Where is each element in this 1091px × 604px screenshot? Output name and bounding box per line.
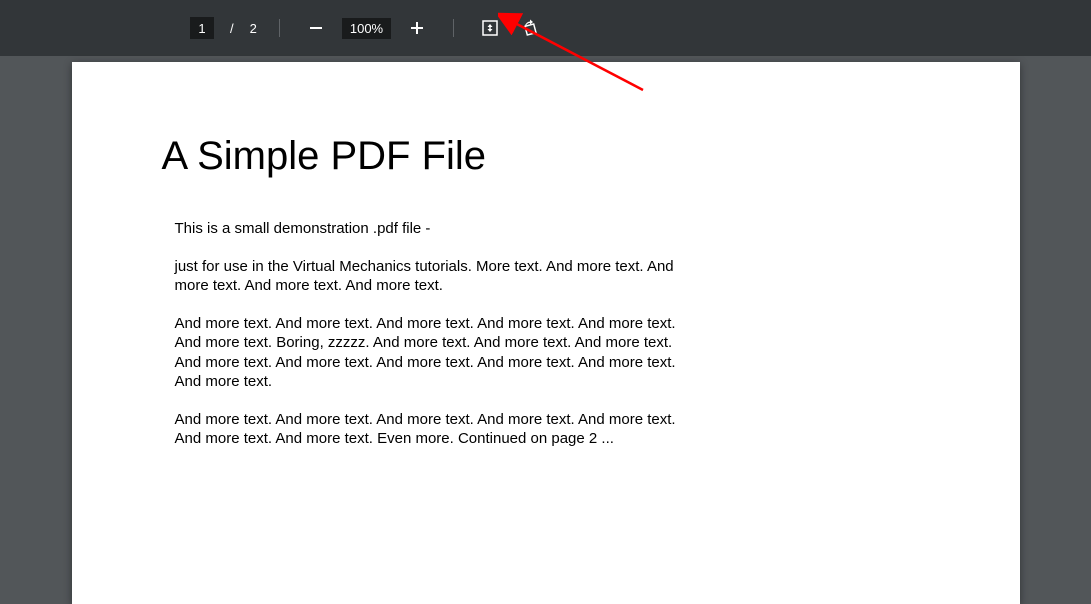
zoom-out-button[interactable] — [302, 14, 330, 42]
zoom-in-button[interactable] — [403, 14, 431, 42]
zoom-level: 100% — [342, 18, 391, 39]
plus-icon — [410, 21, 424, 35]
page-separator: / — [230, 21, 234, 36]
page-viewport: A Simple PDF File This is a small demons… — [0, 56, 1091, 604]
paragraph: just for use in the Virtual Mechanics tu… — [175, 257, 682, 296]
paragraph: This is a small demonstration .pdf file … — [175, 219, 682, 239]
toolbar-divider — [279, 19, 280, 37]
page-number-input[interactable] — [190, 17, 214, 39]
rotate-button[interactable] — [516, 14, 544, 42]
document-body: This is a small demonstration .pdf file … — [162, 219, 682, 449]
pdf-page: A Simple PDF File This is a small demons… — [72, 62, 1020, 604]
paragraph: And more text. And more text. And more t… — [175, 314, 682, 392]
pdf-toolbar: / 2 100% — [0, 0, 1091, 56]
document-title: A Simple PDF File — [162, 134, 930, 179]
minus-icon — [309, 21, 323, 35]
fit-page-icon — [481, 19, 499, 37]
toolbar-divider — [453, 19, 454, 37]
rotate-icon — [521, 19, 539, 37]
page-total: 2 — [250, 21, 257, 36]
paragraph: And more text. And more text. And more t… — [175, 410, 682, 449]
fit-to-page-button[interactable] — [476, 14, 504, 42]
